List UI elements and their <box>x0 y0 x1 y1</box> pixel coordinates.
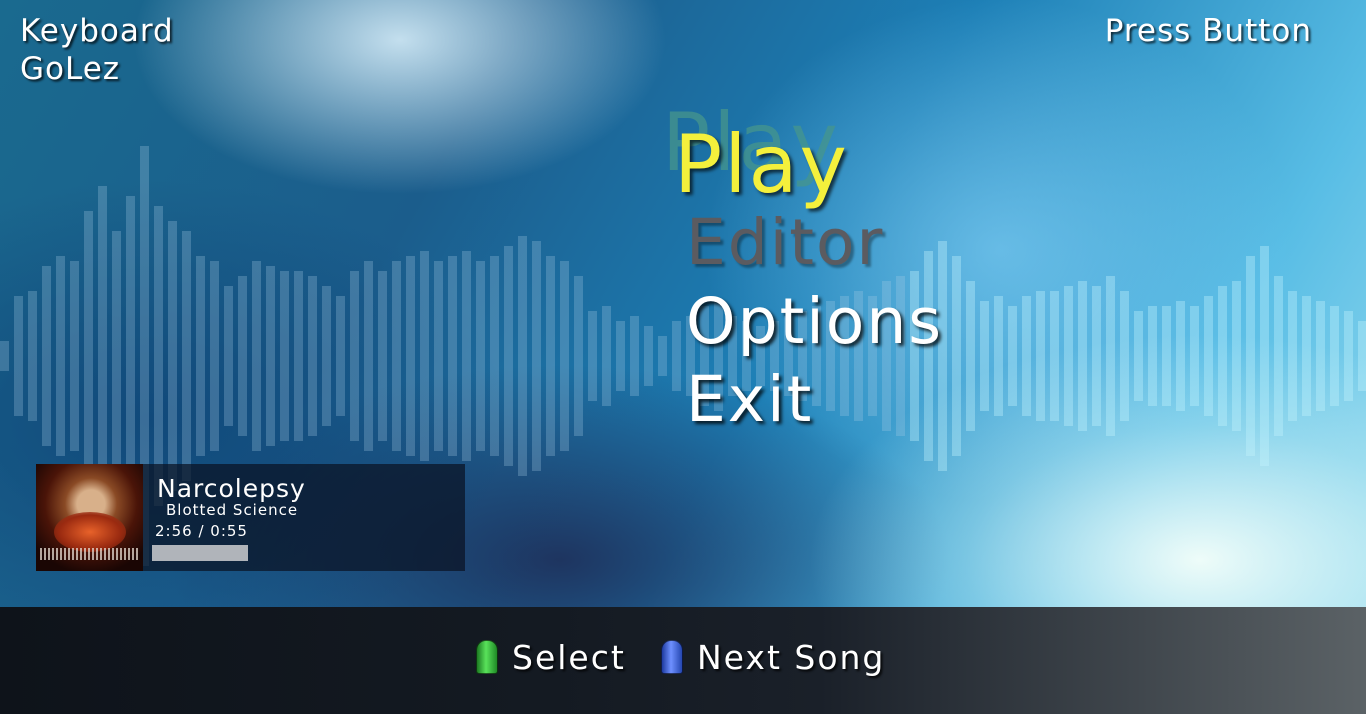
green-fret-icon <box>476 640 498 674</box>
visualizer-bar <box>434 261 443 451</box>
visualizer-bar <box>1358 321 1366 391</box>
visualizer-bar <box>1036 291 1045 421</box>
visualizer-bar <box>420 251 429 461</box>
visualizer-bar <box>588 311 597 401</box>
visualizer-bar <box>574 276 583 436</box>
visualizer-bar <box>238 276 247 436</box>
visualizer-bar <box>546 256 555 456</box>
menu-item-options[interactable]: Options <box>686 287 943 357</box>
visualizer-bar <box>994 296 1003 416</box>
visualizer-bar <box>1022 296 1031 416</box>
visualizer-bar <box>252 261 261 451</box>
song-progress-fill <box>152 545 248 561</box>
song-time: 2:56 / 0:55 <box>155 522 248 540</box>
visualizer-bar <box>42 266 51 446</box>
menu-item-exit[interactable]: Exit <box>686 365 813 435</box>
visualizer-bar <box>1218 286 1227 426</box>
press-button-prompt: Press Button <box>1104 13 1312 49</box>
visualizer-bar <box>0 341 9 371</box>
visualizer-bar <box>602 306 611 406</box>
visualizer-bar <box>266 266 275 446</box>
visualizer-bar <box>280 271 289 441</box>
visualizer-bar <box>1288 291 1297 421</box>
visualizer-bar <box>1064 286 1073 426</box>
visualizer-bar <box>378 271 387 441</box>
visualizer-bar <box>532 241 541 471</box>
menu-item-editor[interactable]: Editor <box>686 208 884 278</box>
visualizer-bar <box>168 221 177 491</box>
visualizer-bar <box>490 256 499 456</box>
visualizer-bar <box>1302 296 1311 416</box>
visualizer-bar <box>1316 301 1325 411</box>
visualizer-bar <box>406 256 415 456</box>
album-art <box>36 464 143 571</box>
visualizer-bar <box>70 261 79 451</box>
visualizer-bar <box>84 211 93 501</box>
hint-select-label: Select <box>512 637 626 677</box>
visualizer-bar <box>56 256 65 456</box>
visualizer-bar <box>1176 301 1185 411</box>
visualizer-bar <box>182 231 191 481</box>
visualizer-bar <box>1190 306 1199 406</box>
song-artist: Blotted Science <box>166 501 299 519</box>
visualizer-bar <box>560 261 569 451</box>
visualizer-bar <box>462 251 471 461</box>
player-name: GoLez <box>20 51 121 87</box>
visualizer-bar <box>616 321 625 391</box>
visualizer-bar <box>504 246 513 466</box>
visualizer-bar <box>1078 281 1087 431</box>
visualizer-bar <box>1050 291 1059 421</box>
visualizer-bar <box>1260 246 1269 466</box>
visualizer-bar <box>392 261 401 451</box>
visualizer-bar <box>196 256 205 456</box>
visualizer-bar <box>28 291 37 421</box>
visualizer-bar <box>350 271 359 441</box>
visualizer-bar <box>14 296 23 416</box>
visualizer-bar <box>1232 281 1241 431</box>
visualizer-bar <box>336 296 345 416</box>
visualizer-bar <box>322 286 331 426</box>
visualizer-bar <box>952 256 961 456</box>
visualizer-bar <box>1162 306 1171 406</box>
song-progress-bar <box>152 545 248 561</box>
controller-label: Keyboard <box>20 13 174 49</box>
menu-item-play[interactable]: Play <box>674 120 849 210</box>
hint-next-song-label: Next Song <box>697 637 886 677</box>
visualizer-bar <box>630 316 639 396</box>
visualizer-bar <box>294 271 303 441</box>
visualizer-bar <box>1106 276 1115 436</box>
song-title: Narcolepsy <box>157 474 306 503</box>
visualizer-bar <box>448 256 457 456</box>
visualizer-bar <box>364 261 373 451</box>
visualizer-bar <box>658 336 667 376</box>
visualizer-bar <box>1120 291 1129 421</box>
visualizer-bar <box>644 326 653 386</box>
visualizer-bar <box>154 206 163 506</box>
visualizer-bar <box>1134 311 1143 401</box>
visualizer-bar <box>1092 286 1101 426</box>
visualizer-bar <box>518 236 527 476</box>
now-playing-panel: Narcolepsy Blotted Science 2:56 / 0:55 <box>36 464 465 571</box>
visualizer-bar <box>1330 306 1339 406</box>
visualizer-bar <box>1274 276 1283 436</box>
button-hints-bar: Select Next Song <box>0 607 1366 714</box>
visualizer-bar <box>1008 306 1017 406</box>
visualizer-bar <box>308 276 317 436</box>
visualizer-bar <box>1204 296 1213 416</box>
visualizer-bar <box>672 321 681 391</box>
visualizer-bar <box>476 261 485 451</box>
visualizer-bar <box>210 261 219 451</box>
visualizer-bar <box>112 231 121 481</box>
visualizer-bar <box>980 301 989 411</box>
visualizer-bar <box>224 286 233 426</box>
player-info: Keyboard GoLez <box>20 12 174 88</box>
visualizer-bar <box>1344 311 1353 401</box>
hint-select: Select <box>476 637 626 677</box>
blue-fret-icon <box>661 640 683 674</box>
visualizer-bar <box>1246 256 1255 456</box>
visualizer-bar <box>1148 306 1157 406</box>
visualizer-bar <box>966 281 975 431</box>
hint-next-song: Next Song <box>661 637 885 677</box>
